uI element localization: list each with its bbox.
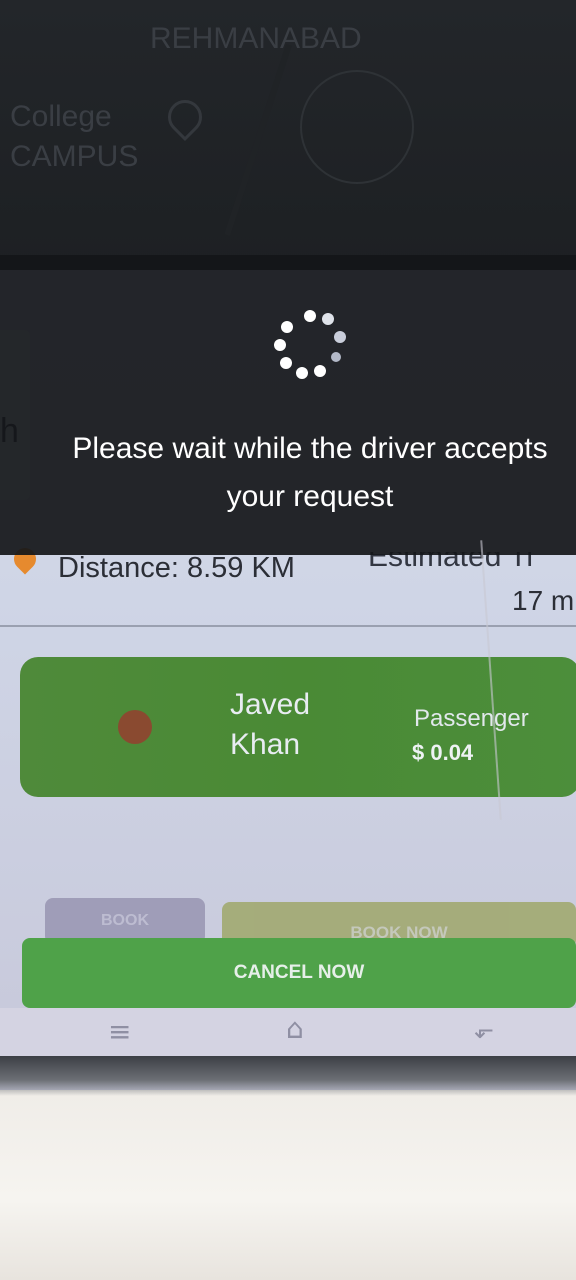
menu-icon[interactable]: ≡	[108, 1015, 131, 1048]
loading-message: Please wait while the driver accepts you…	[72, 432, 548, 513]
back-icon[interactable]: ⬐	[474, 1016, 494, 1044]
distance-text: Distance: 8.59 KM	[58, 552, 295, 584]
home-icon[interactable]: ⌂	[286, 1012, 304, 1045]
map-area-label-campus: CAMPUS	[10, 140, 139, 173]
phone-bottom-edge	[0, 1056, 576, 1096]
desk-surface	[0, 1080, 576, 1280]
driver-name: Javed Khan	[230, 688, 311, 761]
loading-spinner-icon	[274, 310, 346, 379]
divider	[0, 625, 576, 627]
map-radius-circle	[300, 70, 414, 184]
map-road	[224, 43, 292, 237]
map-pin-icon	[160, 92, 210, 142]
cancel-now-button[interactable]: CANCEL NOW	[22, 938, 576, 1008]
phone-screen: REHMANABAD College CAMPUS h Distance: 8.…	[0, 0, 576, 1090]
passenger-label: Passenger	[414, 705, 529, 732]
map-area-label-college: College	[10, 100, 112, 133]
estimated-time-value: 17 m	[512, 585, 575, 616]
fare-value: $ 0.04	[412, 740, 474, 765]
driver-avatar	[118, 710, 152, 744]
map-view[interactable]: REHMANABAD College CAMPUS	[0, 0, 576, 270]
map-area-label: REHMANABAD	[150, 22, 362, 55]
